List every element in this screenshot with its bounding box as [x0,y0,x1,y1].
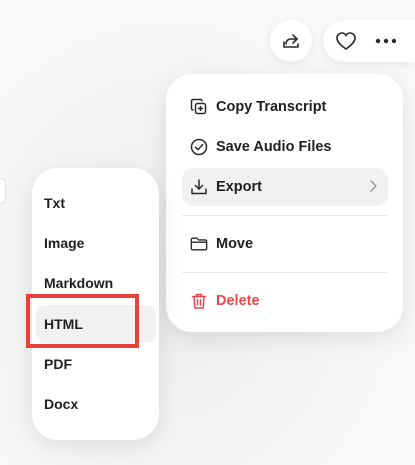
menu-item-save-audio[interactable]: Save Audio Files [182,128,388,166]
export-option-html[interactable]: HTML [36,305,156,343]
menu-item-move[interactable]: Move [182,225,388,263]
menu-item-label: Delete [216,293,260,309]
actions-pill [323,20,415,62]
download-icon [190,178,208,196]
menu-divider [182,272,388,273]
menu-item-export[interactable]: Export [182,168,388,206]
menu-divider [182,215,388,216]
export-submenu: Txt Image Markdown HTML PDF Docx [32,168,159,440]
export-option-markdown[interactable]: Markdown [36,264,154,302]
share-icon [283,34,299,48]
menu-item-label: Move [216,236,254,252]
context-menu: Copy Transcript Save Audio Files Export [166,74,403,332]
export-option-txt[interactable]: Txt [36,184,154,222]
heart-icon [336,32,356,50]
export-option-pdf[interactable]: PDF [36,345,154,383]
menu-item-label: Save Audio Files [216,139,332,155]
share-button[interactable] [270,20,312,62]
trash-icon [190,292,208,310]
copy-icon [190,98,208,116]
export-option-image[interactable]: Image [36,224,154,262]
folder-icon [190,235,208,253]
menu-item-label: Copy Transcript [216,99,327,115]
menu-item-copy-transcript[interactable]: Copy Transcript [182,88,388,126]
more-button[interactable] [375,38,397,44]
export-option-docx[interactable]: Docx [36,385,154,423]
menu-item-label: Export [216,179,262,195]
chevron-right-icon [370,180,377,192]
more-icon [375,38,397,44]
check-circle-icon [190,138,208,156]
left-panel-edge [0,178,6,204]
menu-item-delete[interactable]: Delete [182,282,388,320]
like-button[interactable] [335,31,357,51]
